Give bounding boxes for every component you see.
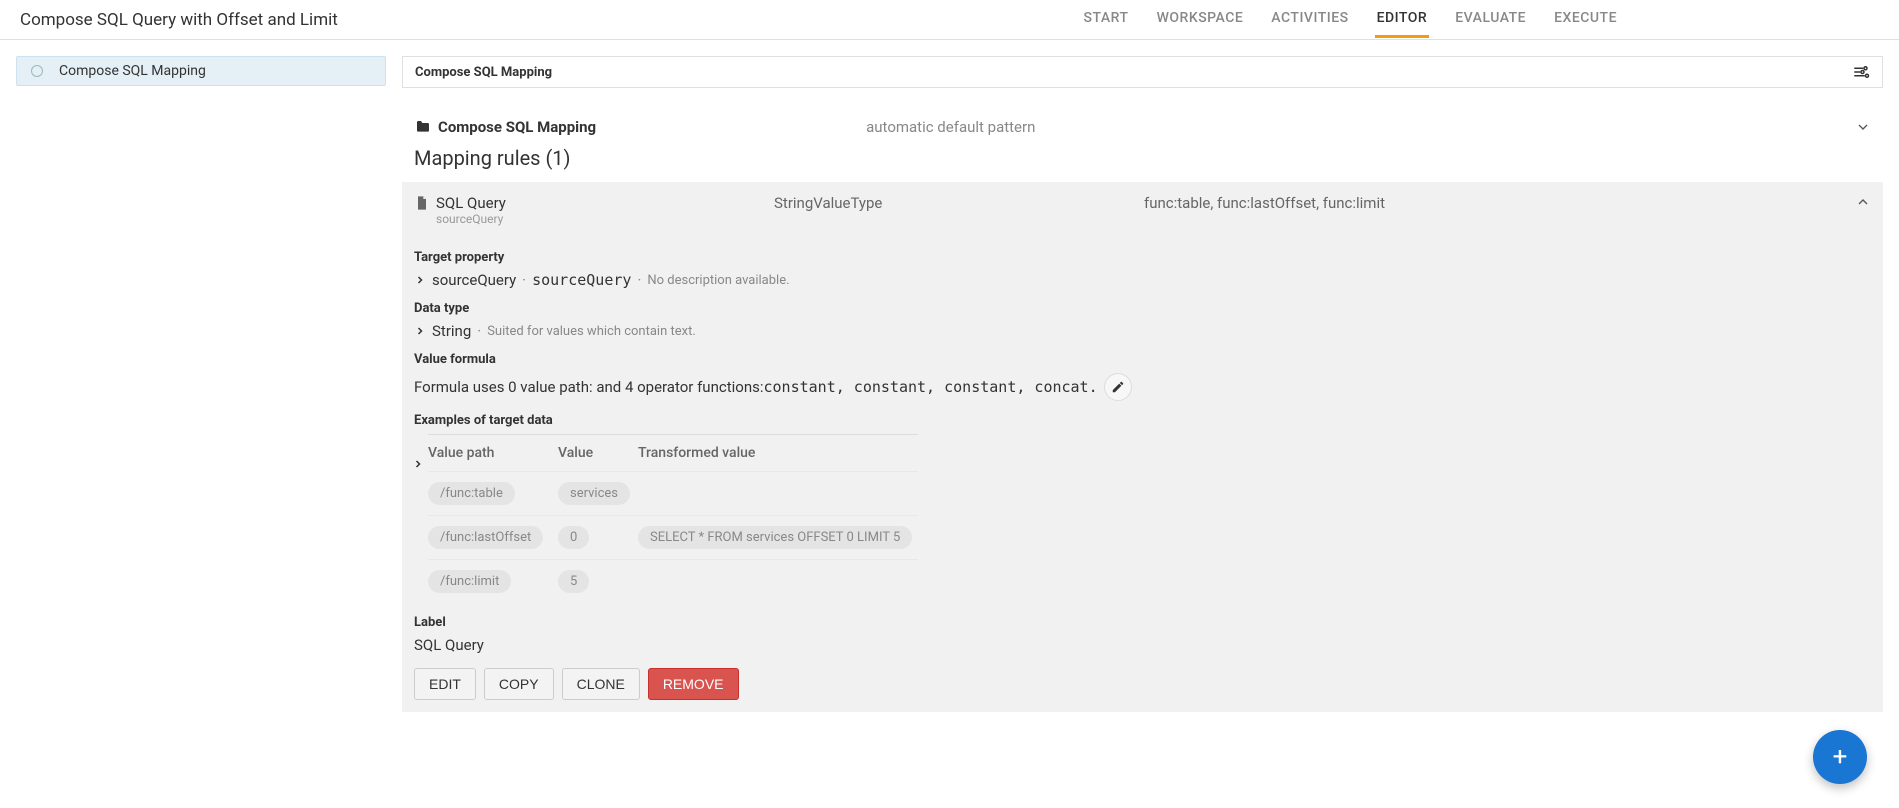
rule-panel: SQL Query sourceQuery StringValueType fu… <box>402 182 1883 712</box>
tune-icon[interactable] <box>1852 63 1870 81</box>
top-bar: Compose SQL Query with Offset and Limit … <box>0 0 1899 40</box>
sidebar-item-compose-mapping[interactable]: Compose SQL Mapping <box>16 56 386 86</box>
chip-path: /func:limit <box>428 570 511 593</box>
tab-evaluate[interactable]: EVALUATE <box>1453 2 1528 38</box>
chip-value: 5 <box>558 570 589 593</box>
chip-path: /func:table <box>428 482 515 505</box>
tab-execute[interactable]: EXECUTE <box>1552 2 1619 38</box>
panel-title: Compose SQL Mapping <box>415 65 552 80</box>
target-path-2: sourceQuery <box>532 271 631 289</box>
panel-header: Compose SQL Mapping <box>402 56 1883 88</box>
clone-button[interactable]: CLONE <box>562 668 640 700</box>
chevron-down-icon[interactable] <box>1855 119 1871 135</box>
col-transformed: Transformed value <box>638 445 918 461</box>
tab-start[interactable]: START <box>1082 2 1131 38</box>
label-section-label: Label <box>414 615 1871 630</box>
copy-button[interactable]: COPY <box>484 668 554 700</box>
circle-icon <box>31 65 43 77</box>
chevron-up-icon[interactable] <box>1855 194 1871 210</box>
table-row: /func:limit 5 <box>428 559 918 603</box>
formula-label: Value formula <box>414 352 1871 367</box>
folder-meta: automatic default pattern <box>866 118 1035 136</box>
col-value: Value <box>558 445 638 461</box>
rule-name: SQL Query <box>436 194 506 212</box>
button-row: EDIT COPY CLONE REMOVE <box>414 668 1871 700</box>
plus-icon: + <box>1833 742 1848 772</box>
chip-path: /func:lastOffset <box>428 526 543 549</box>
tab-editor[interactable]: EDITOR <box>1375 2 1430 38</box>
chevron-right-icon[interactable] <box>412 458 424 470</box>
edit-button[interactable]: EDIT <box>414 668 476 700</box>
folder-title: Compose SQL Mapping <box>438 118 596 136</box>
rule-value-type: StringValueType <box>774 194 1144 212</box>
examples-table: Value path Value Transformed value /func… <box>428 434 918 603</box>
folder-row[interactable]: Compose SQL Mapping automatic default pa… <box>402 104 1883 140</box>
rule-subtitle: sourceQuery <box>436 212 774 226</box>
col-value-path: Value path <box>428 445 558 461</box>
datatype-label: Data type <box>414 301 1871 316</box>
table-head: Value path Value Transformed value <box>428 435 918 471</box>
rule-header[interactable]: SQL Query sourceQuery StringValueType fu… <box>402 182 1883 238</box>
examples-label: Examples of target data <box>414 413 1871 428</box>
target-desc: No description available. <box>647 273 789 288</box>
formula-row: Formula uses 0 value path: and 4 operato… <box>414 373 1871 401</box>
rule-detail: Target property sourceQuery · sourceQuer… <box>402 250 1883 700</box>
content: Compose SQL Mapping Compose SQL Mapping … <box>402 56 1883 712</box>
formula-text: Formula uses 0 value path: and 4 operato… <box>414 378 763 396</box>
top-tabs: START WORKSPACE ACTIVITIES EDITOR EVALUA… <box>1082 2 1619 38</box>
chevron-right-icon <box>414 274 432 286</box>
edit-formula-button[interactable] <box>1104 373 1132 401</box>
tab-activities[interactable]: ACTIVITIES <box>1269 2 1350 38</box>
label-value: SQL Query <box>414 636 1871 654</box>
table-row: /func:lastOffset 0 SELECT * FROM service… <box>428 515 918 559</box>
chevron-right-icon <box>414 325 432 337</box>
remove-button[interactable]: REMOVE <box>648 668 739 700</box>
chip-transformed: SELECT * FROM services OFFSET 0 LIMIT 5 <box>638 526 912 549</box>
target-row[interactable]: sourceQuery · sourceQuery · No descripti… <box>414 271 1871 289</box>
sidebar-item-label: Compose SQL Mapping <box>59 63 206 79</box>
table-row: /func:table services <box>428 471 918 515</box>
datatype-row[interactable]: String · Suited for values which contain… <box>414 322 1871 340</box>
formula-functions: constant, constant, constant, concat. <box>763 378 1097 396</box>
document-icon <box>414 195 430 211</box>
chip-value: services <box>558 482 630 505</box>
page-title: Compose SQL Query with Offset and Limit <box>20 10 338 30</box>
rule-functions: func:table, func:lastOffset, func:limit <box>1144 194 1855 212</box>
target-label: Target property <box>414 250 1871 265</box>
tab-workspace[interactable]: WORKSPACE <box>1155 2 1246 38</box>
datatype-desc: Suited for values which contain text. <box>487 324 696 339</box>
rules-title: Mapping rules (1) <box>402 140 1883 182</box>
add-fab-button[interactable]: + <box>1813 730 1867 784</box>
sidebar: Compose SQL Mapping <box>16 56 386 712</box>
main: Compose SQL Mapping Compose SQL Mapping … <box>0 40 1899 728</box>
chip-value: 0 <box>558 526 589 549</box>
datatype-name: String <box>432 322 471 340</box>
folder-icon <box>414 119 432 135</box>
target-path-1: sourceQuery <box>432 271 516 289</box>
